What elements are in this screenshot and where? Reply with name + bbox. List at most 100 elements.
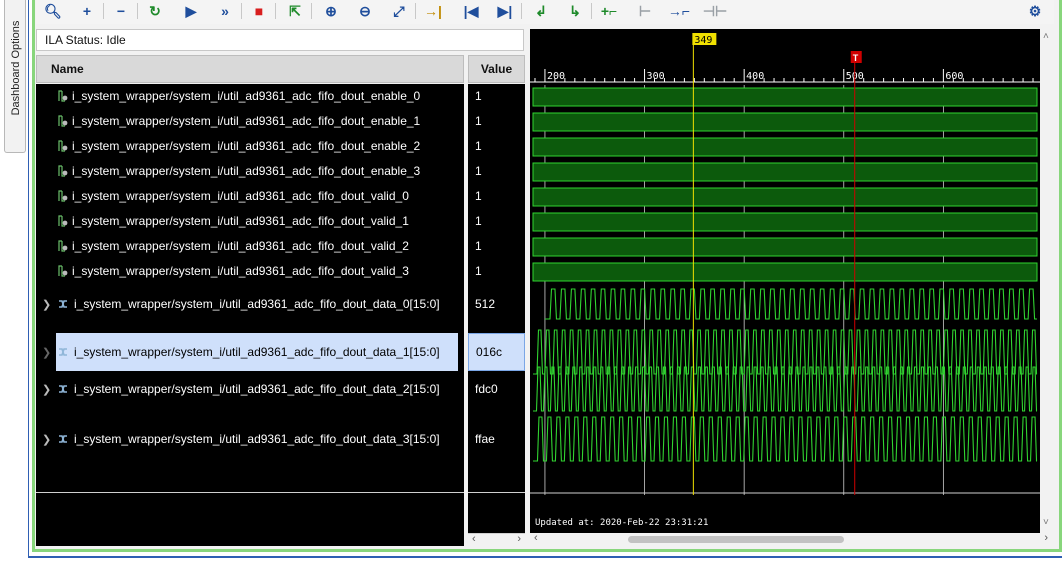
cursor-label: 349 xyxy=(694,35,712,46)
toolbar-separator xyxy=(415,3,416,19)
value-column-header[interactable]: Value xyxy=(468,55,525,83)
toolbar-separator xyxy=(591,3,592,19)
remove-probe-button[interactable]: − xyxy=(110,1,132,21)
signal-name: i_system_wrapper/system_i/util_ad9361_ad… xyxy=(72,189,409,203)
signal-value-list: 1 1 1 1 1 1 1 1 512 016c fdc0 ffae xyxy=(468,84,525,533)
zoom-out-button[interactable]: ⊖ xyxy=(354,1,376,21)
signal-value: 1 xyxy=(475,189,482,203)
signal-value: fdc0 xyxy=(475,382,498,396)
expand-arrow-icon[interactable]: ❯ xyxy=(42,383,54,396)
zoom-fit-icon: 🔍︎ xyxy=(44,3,62,19)
bit-signal-row[interactable]: i_system_wrapper/system_i/util_ad9361_ad… xyxy=(36,85,464,107)
scroll-up-arrow[interactable]: ˄ xyxy=(1043,31,1049,42)
signal-name: i_system_wrapper/system_i/util_ad9361_ad… xyxy=(74,382,440,396)
add-marker-button[interactable]: +⌐ xyxy=(598,1,620,21)
time-ruler[interactable] xyxy=(530,29,1040,83)
tick-label: 600 xyxy=(945,71,963,82)
tick-label: 300 xyxy=(647,71,665,82)
stop-button[interactable]: ■ xyxy=(248,1,270,21)
signal-value: 016c xyxy=(468,333,525,371)
tick-label: 400 xyxy=(746,71,764,82)
toolbar-separator xyxy=(137,3,138,19)
bit-signal-row[interactable]: i_system_wrapper/system_i/util_ad9361_ad… xyxy=(36,235,464,257)
settings-button[interactable]: ⚙ xyxy=(1024,1,1046,21)
dashboard-options-tab[interactable]: Dashboard Options xyxy=(4,0,26,153)
waveform-canvas[interactable]: 200 300 400 500 600 349T Updated at: 2020-Fe… xyxy=(530,29,1040,533)
wave-scroll-left-arrow[interactable]: ‹ xyxy=(534,532,538,544)
zoom-full-button[interactable]: ⤢ xyxy=(388,1,410,21)
goto-cursor-button[interactable]: →| xyxy=(422,1,444,21)
next-marker-button[interactable]: →⌐ xyxy=(668,1,690,21)
bit-signal-row[interactable]: i_system_wrapper/system_i/util_ad9361_ad… xyxy=(36,110,464,132)
run-trigger-immediate-icon: ↻ xyxy=(149,3,161,19)
bit-signal-row[interactable]: i_system_wrapper/system_i/util_ad9361_ad… xyxy=(36,135,464,157)
bus-signal-row[interactable]: ❯ i_system_wrapper/system_i/util_ad9361_a… xyxy=(42,333,458,371)
zoom-out-icon: ⊖ xyxy=(359,3,371,19)
bit-signal-row[interactable]: i_system_wrapper/system_i/util_ad9361_ad… xyxy=(36,210,464,232)
bit-waveform xyxy=(532,87,1038,107)
bit-signal-row[interactable]: i_system_wrapper/system_i/util_ad9361_ad… xyxy=(36,185,464,207)
waveform-horizontal-scrollbar[interactable]: ‹ › xyxy=(530,532,1054,546)
add-probe-button[interactable]: + xyxy=(76,1,98,21)
name-column-header[interactable]: Name xyxy=(36,55,464,83)
signal-name: i_system_wrapper/system_i/util_ad9361_ad… xyxy=(74,432,440,446)
zoom-fit-button[interactable]: 🔍︎ xyxy=(42,1,64,21)
add-marker-icon: +⌐ xyxy=(600,3,618,19)
signal-value: 1 xyxy=(475,264,482,278)
run-trigger-button[interactable]: ▶ xyxy=(180,1,202,21)
signal-name: i_system_wrapper/system_i/util_ad9361_ad… xyxy=(72,239,409,253)
export-icon: ⇱ xyxy=(289,3,301,19)
expand-arrow-icon[interactable]: ❯ xyxy=(42,346,54,359)
previous-marker-button[interactable]: ⊢ xyxy=(634,1,656,21)
scroll-right-arrow[interactable]: › xyxy=(517,533,521,545)
signal-name: i_system_wrapper/system_i/util_ad9361_ad… xyxy=(72,214,409,228)
scroll-down-arrow[interactable]: ˅ xyxy=(1043,517,1049,528)
next-marker-icon: →⌐ xyxy=(667,3,691,19)
signal-name: i_system_wrapper/system_i/util_ad9361_ad… xyxy=(72,164,421,178)
bit-signal-icon xyxy=(58,140,68,152)
goto-end-icon: ▶| xyxy=(497,3,513,19)
expand-arrow-icon[interactable]: ❯ xyxy=(42,298,54,311)
run-trigger-immediate-button[interactable]: ↻ xyxy=(144,1,166,21)
waveform-vertical-scrollbar[interactable]: ˄ ˅ xyxy=(1040,29,1054,533)
waveform-toolbar: 🔍︎ + − ↻ ▶ » ■ ⇱ ⊕ ⊖ ⤢ →| |◀ ▶| ↲ ↳ +⌐ ⊢ →⌐ ⊣⊢ ⚙ xyxy=(36,0,1054,24)
wave-scroll-right-arrow[interactable]: › xyxy=(1044,532,1048,544)
bus-signal-row[interactable]: ❯ i_system_wrapper/system_i/util_ad9361_a… xyxy=(36,293,464,315)
previous-transition-button[interactable]: ↲ xyxy=(530,1,552,21)
bit-signal-icon xyxy=(58,90,68,102)
next-transition-button[interactable]: ↳ xyxy=(564,1,586,21)
toolbar-separator xyxy=(275,3,276,19)
bus-signal-row[interactable]: ❯ i_system_wrapper/system_i/util_ad9361_a… xyxy=(36,378,464,400)
remove-probe-icon: − xyxy=(116,3,126,19)
bit-waveform xyxy=(532,162,1038,182)
bit-signal-icon xyxy=(58,215,68,227)
bit-waveform xyxy=(532,237,1038,257)
bus-signal-icon xyxy=(58,298,70,310)
export-button[interactable]: ⇱ xyxy=(284,1,306,21)
bit-waveform xyxy=(532,112,1038,132)
dashboard-options-label: Dashboard Options xyxy=(10,20,22,116)
bit-signal-icon xyxy=(58,240,68,252)
bit-waveform xyxy=(532,187,1038,207)
bit-signal-row[interactable]: i_system_wrapper/system_i/util_ad9361_ad… xyxy=(36,160,464,182)
scroll-thumb[interactable] xyxy=(628,536,844,543)
bit-signal-row[interactable]: i_system_wrapper/system_i/util_ad9361_ad… xyxy=(36,260,464,282)
zoom-in-button[interactable]: ⊕ xyxy=(320,1,342,21)
goto-end-button[interactable]: ▶| xyxy=(494,1,516,21)
expand-arrow-icon[interactable]: ❯ xyxy=(42,433,54,446)
previous-marker-icon: ⊢ xyxy=(638,3,652,19)
zoom-full-icon: ⤢ xyxy=(393,3,405,19)
bit-waveform xyxy=(532,137,1038,157)
auto-retrigger-button[interactable]: » xyxy=(214,1,236,21)
waveform-panel[interactable]: 200 300 400 500 600 349 T Updated at: 2020-Fe… xyxy=(530,29,1040,533)
bit-signal-icon xyxy=(58,265,68,277)
scroll-left-arrow[interactable]: ‹ xyxy=(472,533,476,545)
bus-signal-row[interactable]: ❯ i_system_wrapper/system_i/util_ad9361_a… xyxy=(36,428,464,450)
goto-start-button[interactable]: |◀ xyxy=(460,1,482,21)
value-separator xyxy=(468,492,525,493)
toolbar-separator xyxy=(311,3,312,19)
swap-cursors-button[interactable]: ⊣⊢ xyxy=(702,1,728,21)
signal-value: ffae xyxy=(475,432,495,446)
value-scrollbar[interactable]: ‹ › xyxy=(468,533,525,547)
swap-cursors-icon: ⊣⊢ xyxy=(702,3,728,19)
